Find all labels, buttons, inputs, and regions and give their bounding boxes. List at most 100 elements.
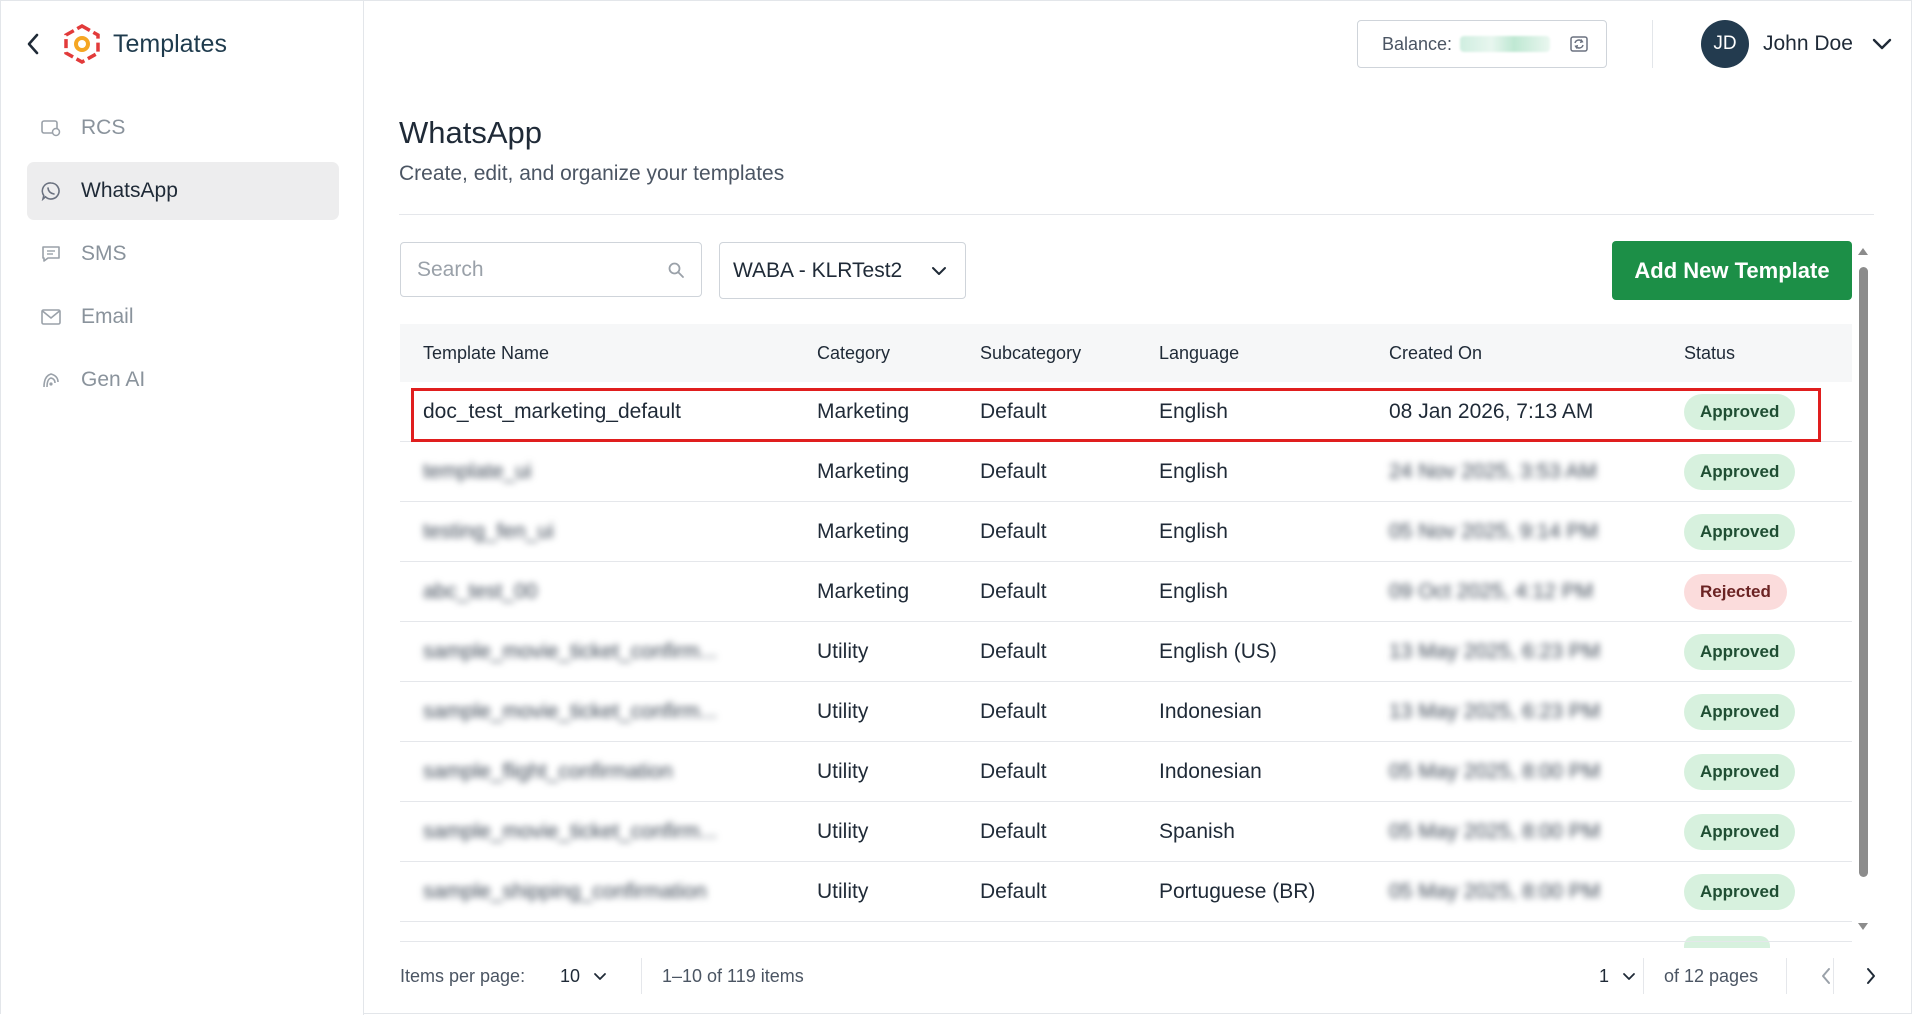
cell-subcategory: Default [980,519,1047,543]
add-new-template-button[interactable]: Add New Template [1612,241,1852,300]
cell-category: Utility [817,879,869,903]
cell-created-on: 05 May 2025, 8:00 PM [1389,819,1601,843]
page-select[interactable]: 1 [1599,946,1637,1006]
header-divider [399,214,1874,215]
chevron-left-icon [1822,968,1830,984]
sidebar-item-rcs[interactable]: RCS [27,99,339,157]
cell-language: Indonesian [1159,759,1262,783]
cell-language: English (US) [1159,639,1277,663]
cell-subcategory: Default [980,399,1047,423]
app-window: Templates RCS WhatsApp SMS Email Gen AI … [0,0,1912,1015]
cell-template-name[interactable]: template_ui [423,460,532,484]
cell-status: Approved [1684,753,1796,790]
column-header-template-name[interactable]: Template Name [423,343,549,364]
cell-status: Approved [1684,633,1796,670]
sidebar-item-sms[interactable]: SMS [27,225,339,283]
search-input[interactable] [417,257,657,282]
cell-template-name[interactable]: sample_flight_confirmation [423,760,673,784]
search-icon[interactable] [667,261,685,279]
cell-subcategory: Default [980,579,1047,603]
sidebar-item-label: RCS [81,116,126,139]
cell-created-on: 13 May 2025, 6:23 PM [1389,639,1601,663]
column-header-subcategory[interactable]: Subcategory [980,343,1081,364]
pagination: Items per page: 10 1–10 of 119 items 1 o… [400,946,1875,1006]
back-button[interactable] [21,23,45,65]
table-row[interactable]: doc_test_marketing_default Marketing Defau… [400,382,1852,442]
status-badge: Approved [1684,873,1796,910]
templates-table: Template Name Category Subcategory Langu… [400,324,1852,941]
footer-divider [400,941,1852,942]
waba-select[interactable]: WABA - KLRTest2 [719,242,966,299]
cell-status: Approved [1684,873,1796,910]
sidebar-item-label: Gen AI [81,368,146,391]
waba-selected-value: WABA - KLRTest2 [733,258,903,282]
chevron-left-icon [27,33,39,55]
balance-value-obscured [1460,36,1551,52]
cell-template-name[interactable]: sample_movie_ticket_confirm... [423,820,717,844]
cell-template-name[interactable]: sample_shipping_confirmation [423,880,707,904]
sidebar-item-gen-ai[interactable]: Gen AI [27,351,339,409]
chevron-down-icon [1871,33,1893,55]
column-header-created-on[interactable]: Created On [1389,343,1482,364]
cell-subcategory: Default [980,819,1047,843]
table-row[interactable]: sample_movie_ticket_confirm... Utility Def… [400,682,1852,742]
cell-category: Marketing [817,399,910,423]
table-row[interactable]: sample_shipping_confirmation Utility Defau… [400,862,1852,922]
cell-language: English [1159,399,1228,423]
pager-divider [1833,958,1834,994]
cell-created-on: 09 Oct 2025, 4:12 PM [1389,579,1594,603]
cell-template-name[interactable]: abc_test_00 [423,580,537,604]
sidebar-item-whatsapp[interactable]: WhatsApp [27,162,339,220]
chevron-down-icon [1623,973,1635,980]
pager-divider [641,958,642,994]
table-row[interactable]: testing_fen_ui Marketing Default English 05 … [400,502,1852,562]
user-menu[interactable]: JD John Doe [1701,19,1893,69]
cell-created-on: 05 Nov 2025, 9:14 PM [1389,519,1598,543]
sidebar: Templates RCS WhatsApp SMS Email Gen AI [1,1,364,1015]
cell-status: Approved [1684,393,1796,430]
table-row[interactable]: sample_movie_ticket_confirm... Utility Def… [400,802,1852,862]
column-header-status[interactable]: Status [1684,343,1735,364]
page-subtitle: Create, edit, and organize your template… [399,162,785,185]
pager-divider [1643,958,1644,994]
cell-language: Indonesian [1159,699,1262,723]
cell-subcategory: Default [980,699,1047,723]
cell-subcategory: Default [980,759,1047,783]
table-row[interactable]: sample_movie_ticket_confirm... Utility Def… [400,622,1852,682]
scrollbar-thumb[interactable] [1859,267,1868,877]
cell-subcategory: Default [980,639,1047,663]
status-badge: Approved [1684,753,1796,790]
status-badge: Approved [1684,813,1796,850]
status-badge: Approved [1684,513,1796,550]
cell-category: Utility [817,699,869,723]
search-box [400,242,702,297]
cell-subcategory: Default [980,879,1047,903]
cell-template-name[interactable]: sample_movie_ticket_confirm... [423,640,717,664]
chevron-down-icon [594,973,606,980]
column-header-language[interactable]: Language [1159,343,1239,364]
cell-template-name[interactable]: testing_fen_ui [423,520,554,544]
table-header: Template Name Category Subcategory Langu… [400,324,1852,382]
cell-created-on: 08 Jan 2026, 7:13 AM [1389,399,1594,423]
table-row[interactable]: template_ui Marketing Default English 24 Nov… [400,442,1852,502]
cell-category: Marketing [817,459,910,483]
cell-category: Marketing [817,519,910,543]
next-page-button[interactable] [1856,946,1886,1006]
status-badge: Rejected [1684,573,1787,610]
cell-template-name[interactable]: doc_test_marketing_default [423,400,681,424]
cell-template-name[interactable]: sample_movie_ticket_confirm... [423,700,717,724]
previous-page-button[interactable] [1811,946,1841,1006]
scroll-up-arrow-icon[interactable] [1857,245,1869,257]
sidebar-item-email[interactable]: Email [27,288,339,346]
status-badge: Approved [1684,633,1796,670]
items-per-page-value: 10 [560,965,581,986]
cell-category: Utility [817,639,869,663]
cell-language: Spanish [1159,819,1235,843]
items-per-page-select[interactable]: 10 [560,946,608,1006]
scroll-down-arrow-icon[interactable] [1857,921,1869,933]
table-row[interactable]: sample_flight_confirmation Utility Default… [400,742,1852,802]
email-icon [41,307,61,327]
table-row[interactable]: abc_test_00 Marketing Default English 09 Oct… [400,562,1852,622]
refresh-balance-icon[interactable] [1568,33,1590,55]
column-header-category[interactable]: Category [817,343,890,364]
